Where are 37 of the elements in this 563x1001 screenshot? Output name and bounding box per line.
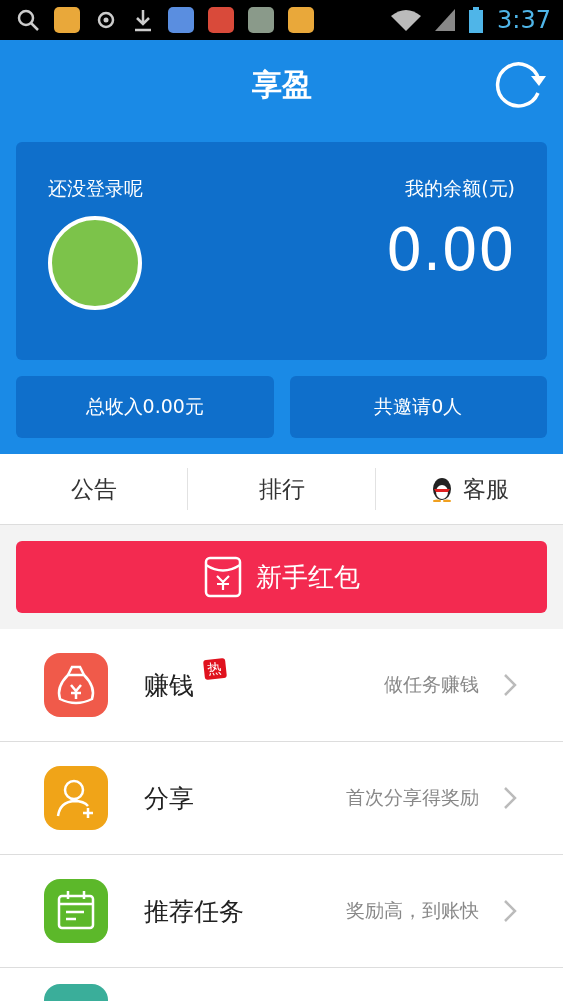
app-icon [208,7,234,33]
chevron-icon [503,786,517,810]
menu-row[interactable]: 分享 首次分享得奖励 [0,742,563,855]
penguin-icon [430,476,453,502]
app-icon [288,7,314,33]
app-icon [248,7,274,33]
menu-title: 推荐任务 [144,895,244,928]
menu-hint: 奖励高，到账快 [346,898,479,923]
app-icon [168,7,194,33]
login-prompt[interactable]: 还没登录呢 [48,176,143,202]
chevron-icon [503,899,517,923]
gift-packet-button[interactable]: 新手红包 [16,541,547,613]
hot-badge: 热 [203,657,227,681]
menu-row[interactable]: 推荐任务 奖励高，到账快 [0,855,563,968]
menu-title: 赚钱 [144,669,194,702]
signal-icon [435,9,456,31]
app-icon [54,7,80,33]
envelope-icon [203,556,242,598]
balance-label: 我的余额(元) [405,176,515,201]
menu-title: 分享 [144,782,194,815]
stat-button[interactable]: 共邀请0人 [289,376,547,438]
menu-hint: 做任务赚钱 [384,672,479,697]
download-icon [132,8,154,32]
nav-button[interactable]: 排行 [187,468,375,510]
menu-hint: 首次分享得奖励 [346,785,479,810]
nav-button[interactable]: 公告 [0,468,187,510]
refresh-icon[interactable] [493,60,547,110]
battery-icon [469,7,484,33]
clock: 3:37 [497,6,551,34]
chevron-icon [503,673,517,697]
wifi-icon [391,9,422,31]
menu-row[interactable]: 赚钱 热 做任务赚钱 [0,629,563,742]
stat-button[interactable]: 总收入0.00元 [16,376,274,438]
balance-amount: 0.00 [385,216,515,284]
nav-button[interactable]: 客服 [375,468,563,510]
search-icon [16,8,40,32]
app-title: 享盈 [251,65,312,104]
